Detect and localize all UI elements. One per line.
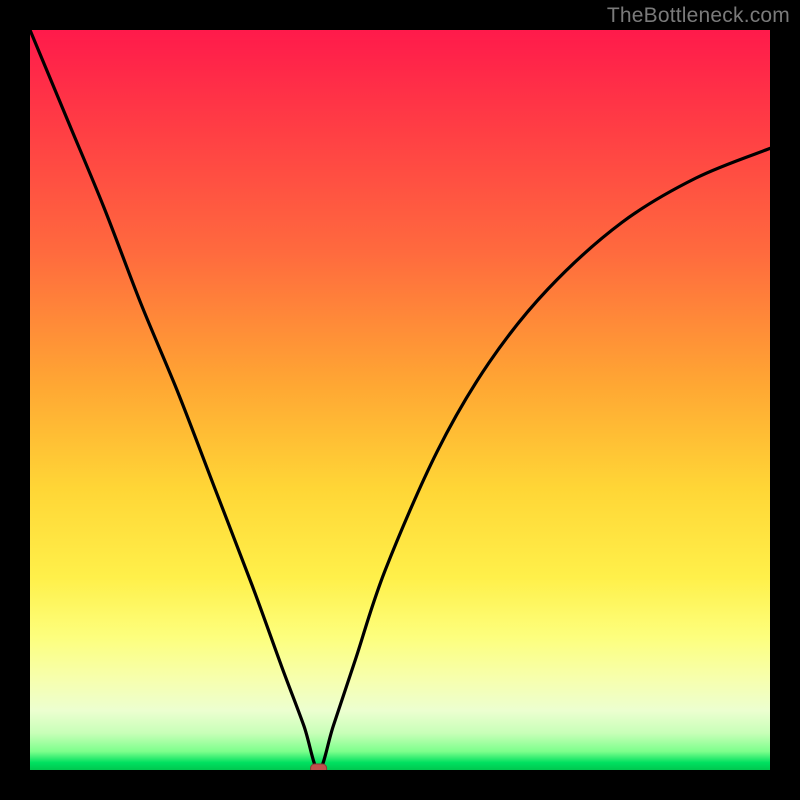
curve-path [30,30,770,770]
plot-area [30,30,770,770]
marker-rect [311,764,327,770]
curve-layer [30,30,770,770]
bottleneck-curve [30,30,770,770]
min-marker [311,764,327,770]
chart-frame: TheBottleneck.com [0,0,800,800]
watermark-text: TheBottleneck.com [607,4,790,28]
